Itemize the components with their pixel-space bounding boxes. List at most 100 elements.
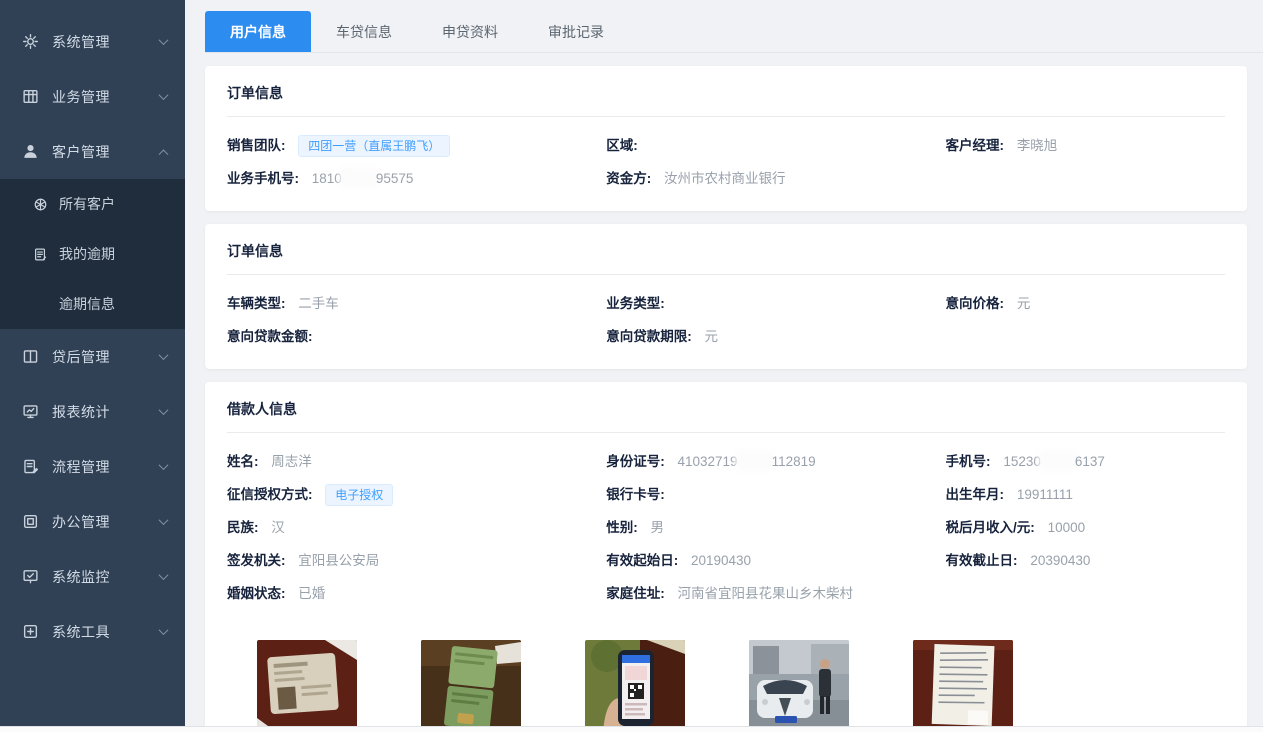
main-content: 用户信息 车贷信息 申贷资料 审批记录 订单信息 销售团队: 四团一营（直属王鹏… bbox=[185, 0, 1263, 732]
tools-icon bbox=[22, 623, 39, 640]
tab-loan-application-docs[interactable]: 申贷资料 bbox=[417, 11, 523, 52]
book-icon bbox=[22, 348, 39, 365]
photo-id-card-portrait[interactable] bbox=[257, 640, 357, 732]
field-home-address: 家庭住址: 河南省宜阳县花果山乡木柴村 bbox=[606, 577, 945, 610]
sales-team-tag[interactable]: 四团一营（直属王鹏飞） bbox=[298, 135, 450, 157]
field-vehicle-type: 车辆类型: 二手车 bbox=[227, 287, 606, 320]
photo-handwritten-document[interactable] bbox=[913, 640, 1013, 732]
field-grid: 车辆类型: 二手车 业务类型: 意向价格: 元 意向贷款金额: 意向贷款期限: bbox=[227, 275, 1225, 369]
photo-item: 人像面 bbox=[257, 640, 357, 732]
photo-item: 人车合影 bbox=[749, 640, 849, 732]
tab-car-loan-info[interactable]: 车贷信息 bbox=[311, 11, 417, 52]
overdue-doc-icon bbox=[33, 247, 48, 262]
field-empty bbox=[946, 162, 1225, 195]
sidebar-item-label: 贷后管理 bbox=[52, 347, 160, 367]
chevron-down-icon bbox=[159, 350, 169, 360]
field-intended-loan-amount: 意向贷款金额: bbox=[227, 320, 606, 353]
photo-item: 驾驶证正副页 bbox=[421, 640, 521, 732]
grid-icon bbox=[22, 88, 39, 105]
field-business-type: 业务类型: bbox=[606, 287, 945, 320]
field-gender: 性别: 男 bbox=[606, 511, 945, 544]
field-credit-auth-method: 征信授权方式: 电子授权 bbox=[227, 478, 606, 511]
sidebar-item-label: 办公管理 bbox=[52, 512, 160, 532]
sidebar-item-business-management[interactable]: 业务管理 bbox=[0, 69, 185, 124]
field-valid-until: 有效截止日: 20390430 bbox=[946, 544, 1225, 577]
field-mobile-number: 手机号: 152306137 bbox=[946, 445, 1225, 478]
order-info-card-1: 订单信息 销售团队: 四团一营（直属王鹏飞） 区域: 客户经理: 李晓旭 业务手… bbox=[205, 66, 1247, 211]
sidebar-item-label: 系统监控 bbox=[52, 567, 160, 587]
sidebar-item-system-tools[interactable]: 系统工具 bbox=[0, 604, 185, 659]
monitor-check-icon bbox=[22, 568, 39, 585]
sidebar-item-label: 业务管理 bbox=[52, 87, 160, 107]
sidebar-item-overdue-info[interactable]: 逾期信息 bbox=[0, 279, 185, 329]
field-intended-price: 意向价格: 元 bbox=[946, 287, 1225, 320]
field-monthly-income: 税后月收入/元: 10000 bbox=[946, 511, 1225, 544]
photo-item: 征信授权 bbox=[585, 640, 685, 732]
photo-person-with-car[interactable] bbox=[749, 640, 849, 732]
customer-management-submenu: 所有客户 我的逾期 逾期信息 bbox=[0, 179, 185, 329]
sidebar-item-system-management[interactable]: 系统管理 bbox=[0, 14, 185, 69]
chevron-down-icon bbox=[159, 515, 169, 525]
field-region: 区域: bbox=[606, 129, 945, 162]
chevron-down-icon bbox=[159, 405, 169, 415]
sidebar-item-process-management[interactable]: 流程管理 bbox=[0, 439, 185, 494]
redaction-blur bbox=[739, 454, 771, 467]
borrower-info-card: 借款人信息 姓名: 周志洋 身份证号: 41032719112819 手机号: … bbox=[205, 382, 1247, 732]
document-photos: 人像面 驾驶证正副页 征信授权 bbox=[227, 626, 1225, 732]
sidebar-item-my-overdue[interactable]: 我的逾期 bbox=[0, 229, 185, 279]
tab-approval-records[interactable]: 审批记录 bbox=[523, 11, 629, 52]
field-grid: 销售团队: 四团一营（直属王鹏飞） 区域: 客户经理: 李晓旭 业务手机号: 1… bbox=[227, 117, 1225, 211]
field-sales-team: 销售团队: 四团一营（直属王鹏飞） bbox=[227, 129, 606, 162]
horizontal-scrollbar-track[interactable] bbox=[0, 726, 1263, 732]
card-title: 订单信息 bbox=[227, 66, 1225, 117]
sidebar-item-customer-management[interactable]: 客户管理 bbox=[0, 124, 185, 179]
field-name: 姓名: 周志洋 bbox=[227, 445, 606, 478]
sidebar-item-postloan-management[interactable]: 贷后管理 bbox=[0, 329, 185, 384]
tab-user-info[interactable]: 用户信息 bbox=[205, 11, 311, 52]
sidebar: 系统管理 业务管理 客户管理 所有客户 bbox=[0, 0, 185, 726]
field-bank-card-number: 银行卡号: bbox=[606, 478, 945, 511]
field-birth-date: 出生年月: 19911111 bbox=[946, 478, 1225, 511]
field-valid-from: 有效起始日: 20190430 bbox=[606, 544, 945, 577]
chevron-down-icon bbox=[159, 625, 169, 635]
chevron-up-icon bbox=[159, 149, 169, 159]
chevron-down-icon bbox=[159, 460, 169, 470]
redaction-blur bbox=[343, 171, 375, 184]
field-grid: 姓名: 周志洋 身份证号: 41032719112819 手机号: 152306… bbox=[227, 433, 1225, 626]
order-info-card-2: 订单信息 车辆类型: 二手车 业务类型: 意向价格: 元 意向贷款金额: bbox=[205, 224, 1247, 369]
chevron-down-icon bbox=[159, 90, 169, 100]
field-empty bbox=[946, 577, 1225, 610]
field-marital-status: 婚姻状态: 已婚 bbox=[227, 577, 606, 610]
field-issuing-authority: 签发机关: 宜阳县公安局 bbox=[227, 544, 606, 577]
chevron-down-icon bbox=[159, 35, 169, 45]
app-window: 系统管理 业务管理 客户管理 所有客户 bbox=[0, 0, 1263, 732]
card-title: 订单信息 bbox=[227, 224, 1225, 275]
gear-icon bbox=[22, 33, 39, 50]
field-account-manager: 客户经理: 李晓旭 bbox=[946, 129, 1225, 162]
clients-icon bbox=[33, 197, 48, 212]
card-title: 借款人信息 bbox=[227, 382, 1225, 433]
sidebar-item-all-customers[interactable]: 所有客户 bbox=[0, 179, 185, 229]
field-empty bbox=[946, 320, 1225, 353]
sidebar-item-office-management[interactable]: 办公管理 bbox=[0, 494, 185, 549]
sidebar-item-label: 所有客户 bbox=[59, 194, 115, 214]
photo-item: 其他材料 bbox=[913, 640, 1013, 732]
photo-drivers-license[interactable] bbox=[421, 640, 521, 732]
report-monitor-icon bbox=[22, 403, 39, 420]
redaction-blur bbox=[1042, 454, 1074, 467]
chevron-down-icon bbox=[159, 570, 169, 580]
e-auth-tag[interactable]: 电子授权 bbox=[325, 484, 393, 506]
user-icon bbox=[22, 143, 39, 160]
sidebar-item-system-monitoring[interactable]: 系统监控 bbox=[0, 549, 185, 604]
tab-bar: 用户信息 车贷信息 申贷资料 审批记录 bbox=[205, 11, 1263, 53]
field-funding-source: 资金方: 汝州市农村商业银行 bbox=[606, 162, 945, 195]
office-icon bbox=[22, 513, 39, 530]
field-intended-loan-term: 意向贷款期限: 元 bbox=[606, 320, 945, 353]
sidebar-item-label: 报表统计 bbox=[52, 402, 160, 422]
sidebar-item-label: 系统管理 bbox=[52, 32, 160, 52]
sidebar-item-report-statistics[interactable]: 报表统计 bbox=[0, 384, 185, 439]
sidebar-item-label: 流程管理 bbox=[52, 457, 160, 477]
sidebar-item-label: 逾期信息 bbox=[59, 294, 115, 314]
photo-phone-qr-authorization[interactable] bbox=[585, 640, 685, 732]
field-ethnicity: 民族: 汉 bbox=[227, 511, 606, 544]
